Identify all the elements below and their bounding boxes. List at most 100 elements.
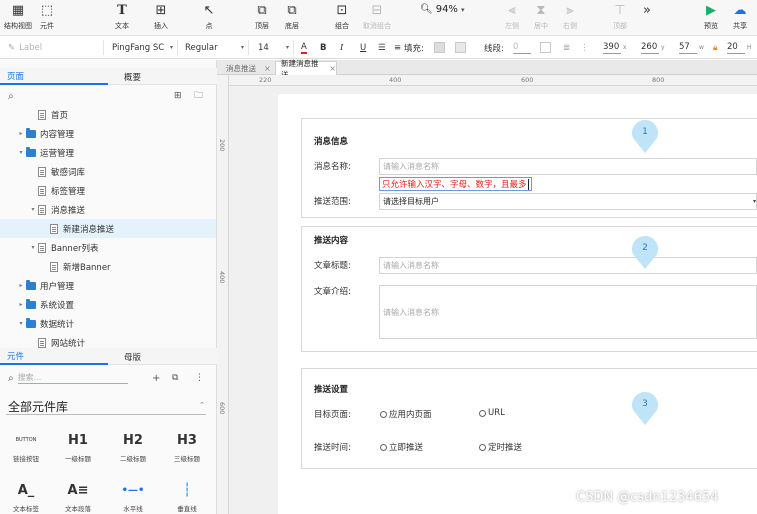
add-folder-icon[interactable]: 🗀︎ [194,88,203,104]
add-page-icon[interactable]: ⊞ [174,91,182,101]
align-top-tool[interactable]: ⊤ 顶部 [610,0,630,36]
tree-item[interactable]: 敏感词库 [0,162,216,181]
more-options-icon[interactable]: ⋮ [195,373,204,383]
zoom-control[interactable]: 🔍︎ 94% ▾ [420,4,464,15]
tree-item[interactable]: 标签管理 [0,181,216,200]
x-position-field[interactable]: 390 x [603,40,627,55]
align-left-tool[interactable]: ⫷ 左侧 [502,0,522,36]
group-tool[interactable]: ⊡ 组合 [330,0,354,36]
library-menu-icon[interactable]: ⧉ [172,373,178,383]
article-intro-textarea[interactable]: 请输入消息名称 [379,285,757,339]
widget-horizontal-line[interactable]: •—• 水平线 [107,480,159,514]
ungroup-tool[interactable]: ⊟ 取消组合 [362,0,392,36]
push-settings-section[interactable] [301,368,757,469]
lock-ratio-icon[interactable]: 🔒︎ [713,40,718,55]
style-select[interactable]: ✎ Label [8,40,104,55]
chevron-right-icon[interactable]: ▸ [16,282,26,289]
widget-search-input[interactable]: 搜索... [17,372,128,384]
article-title-input[interactable]: 请输入消息名称 [379,257,757,274]
align-center-tool[interactable]: ⧗ 居中 [531,0,551,36]
fill-image-swatch[interactable] [455,40,466,55]
stroke-style-button[interactable]: ≣ [563,40,570,55]
tree-item[interactable]: ▾ 运营管理 [0,143,216,162]
radio-in-app-page[interactable]: 应用内页面 [380,408,432,420]
chevron-down-icon[interactable]: ▾ [16,320,26,327]
stroke-width-input[interactable]: 0 [513,40,531,55]
chevron-down-icon: ▾ [240,44,244,51]
target-user-select[interactable]: 请选择目标用户 ▾ [379,193,757,210]
widget-link-button[interactable]: BUTTON 链接按钮 [0,430,52,463]
text-tool[interactable]: T 文本 [110,0,134,36]
point-tool[interactable]: ↖ 点 [198,0,220,36]
align-right-tool[interactable]: ⫸ 右侧 [560,0,580,36]
tree-item[interactable]: ▾ 数据统计 [0,314,216,333]
lock-icon: 🔒︎ [713,42,718,53]
font-size-select[interactable]: 14 ▾ [258,40,294,55]
stroke-pattern-button[interactable]: ⋮ [580,40,589,55]
widget-h1[interactable]: H1 一级标题 [52,430,104,464]
tree-item[interactable]: 新建消息推送 [0,219,216,238]
close-icon[interactable]: × [264,64,271,73]
tree-item[interactable]: 新增Banner [0,257,216,276]
send-back-tool[interactable]: ⧉ 底层 [280,0,304,36]
doc-tab-new-message-push[interactable]: 新建消息推送 × [275,59,337,79]
bring-front-tool[interactable]: ⧉ 顶层 [250,0,274,36]
bold-button[interactable]: B [320,40,326,55]
font-color-button[interactable]: A [301,40,307,55]
radio-circle-icon [479,409,486,417]
tab-masters[interactable]: 母版 [108,348,216,365]
tree-item[interactable]: ▾ 消息推送 [0,200,216,219]
widget-h3[interactable]: H3 三级标题 [161,430,213,464]
outline-view-tool[interactable]: ▦ 结构视图 [4,0,32,36]
chevron-right-icon[interactable]: ▸ [16,301,26,308]
tree-item[interactable]: 首页 [0,105,216,124]
chevron-down-icon[interactable]: ▾ [28,244,38,251]
chevron-down-icon[interactable]: ▾ [16,149,26,156]
annotation-marker-2[interactable]: 2 [630,234,660,270]
share-tool[interactable]: ☁ 共享 [729,0,751,36]
annotation-marker-3[interactable]: 3 [630,390,660,426]
radio-url[interactable]: URL [479,408,505,418]
bullet-list-button[interactable]: ☰ [378,40,386,55]
font-weight-select[interactable]: Regular ▾ [185,40,249,55]
close-icon[interactable]: × [329,64,336,73]
height-field[interactable]: 20 H [727,40,752,55]
widget-text-label[interactable]: A_ 文本标签 [0,480,52,514]
font-family-select[interactable]: PingFang SC ▾ [112,40,178,55]
radio-scheduled-push[interactable]: 定时推送 [479,441,522,453]
widget-vertical-line[interactable]: ┆ 垂直线 [161,480,213,514]
tab-widgets[interactable]: 元件 [0,348,108,365]
h3-icon: H3 [177,432,197,448]
underline-button[interactable]: U [360,40,366,55]
widget-h2[interactable]: H2 二级标题 [107,430,159,464]
message-name-input[interactable]: 请输入消息名称 [379,158,757,175]
more-tools-button[interactable]: » [640,0,654,36]
stroke-color-swatch[interactable] [540,40,551,55]
fill-color-swatch[interactable] [434,40,445,55]
tree-item[interactable]: ▸ 用户管理 [0,276,216,295]
annotation-marker-1[interactable]: 1 [630,118,660,154]
search-icon[interactable]: ⌕ [8,91,14,102]
page-icon [50,223,58,234]
tab-pages[interactable]: 页面 [0,68,108,85]
chevron-down-icon[interactable]: ▾ [28,206,38,213]
add-library-icon[interactable]: + [152,373,160,384]
search-icon: ⌕ [8,372,14,384]
preview-tool[interactable]: ▶ 预览 [700,0,722,36]
radio-push-now[interactable]: 立即推送 [380,441,423,453]
widget-tool[interactable]: ⬚ 元件 [33,0,61,36]
library-chevron-icon[interactable]: ⌃ [199,401,205,409]
y-position-field[interactable]: 260 y [641,40,665,55]
chevron-right-icon[interactable]: ▸ [16,130,26,137]
tree-item[interactable]: ▸ 内容管理 [0,124,216,143]
tree-item[interactable]: ▾ Banner列表 [0,238,216,257]
italic-button[interactable]: I [340,40,343,55]
width-field[interactable]: 57 w [679,40,704,55]
tree-item[interactable]: ▸ 系统设置 [0,295,216,314]
insert-tool[interactable]: ⊞ 插入 [144,0,178,36]
text-align-button[interactable]: ≡ [394,40,401,55]
doc-tab-message-push[interactable]: 消息推送 × [221,61,275,75]
widget-text-paragraph[interactable]: A≡ 文本段落 [52,480,104,514]
tab-outline[interactable]: 概要 [108,68,216,85]
library-select[interactable]: 全部元件库 [8,398,68,415]
